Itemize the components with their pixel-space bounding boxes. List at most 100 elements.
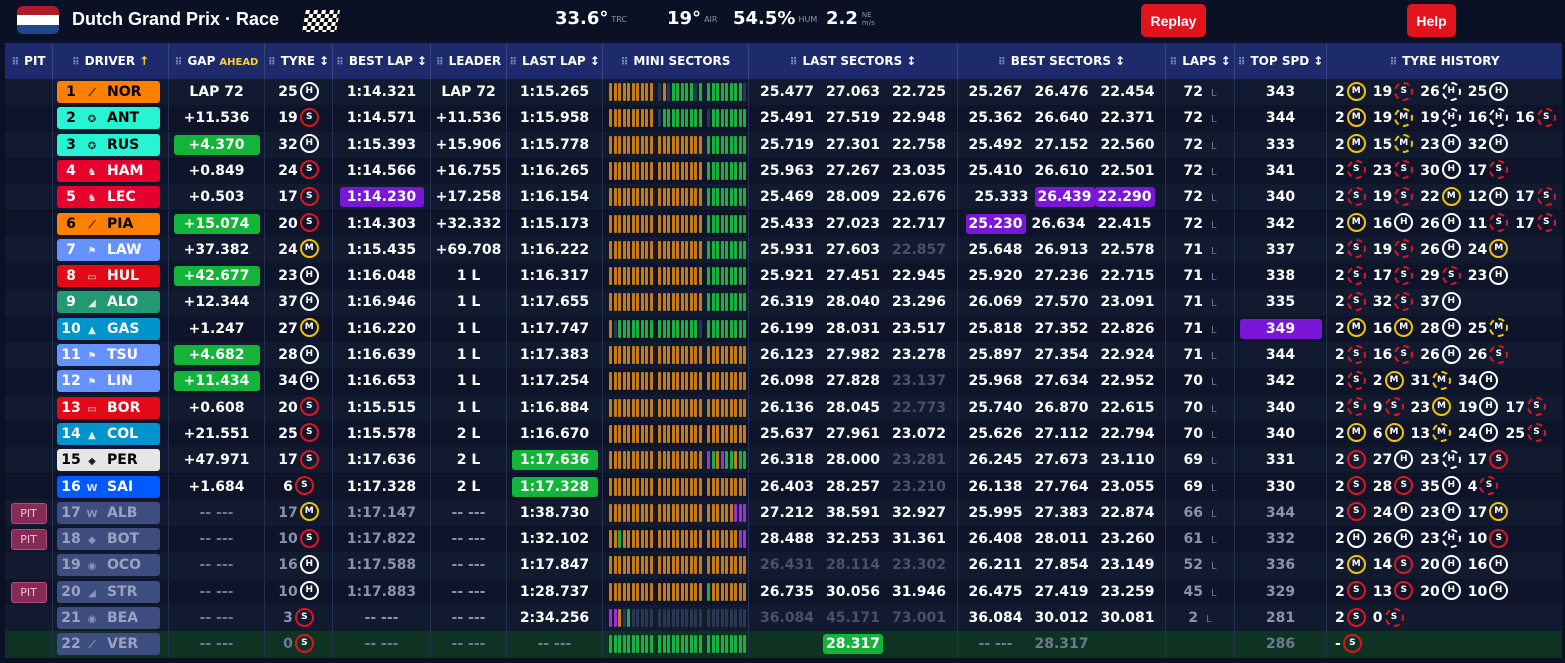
table-row[interactable]: 21 ◉ BEA -- --- 3 S -- --- -- --- 2:34.256 36.084… [5, 605, 1562, 632]
driver-tag[interactable]: 9 ◢ ALO [57, 291, 160, 314]
stint-compound-icon: S [1489, 344, 1509, 364]
column-leader[interactable]: ⠿ LEADER [431, 43, 507, 79]
table-row[interactable]: PIT 17 W ALB -- --- 17 M 1:17.147 -- --- 1:38.730… [5, 499, 1562, 527]
best-lap-cell: 1:15.515 [333, 394, 431, 421]
driver-cell[interactable]: 10 ▲ GAS [53, 315, 169, 342]
column-top-speed[interactable]: ⠿ TOP SPD ↕ [1235, 43, 1327, 79]
driver-cell[interactable]: 18 ◆ BOT [53, 526, 169, 553]
table-row[interactable]: 10 ▲ GAS +1.247 27 M 1:16.220 1 L 1:17.747 26.199… [5, 315, 1562, 342]
table-row[interactable]: 3 ✪ RUS +4.370 32 H 1:15.393 +15.906 1:15.778 25.… [5, 131, 1562, 158]
stint-compound-icon: H [1489, 81, 1509, 101]
driver-tag[interactable]: 6 ⟋ PIA [57, 212, 160, 235]
driver-cell[interactable]: 2 ✪ ANT [53, 105, 169, 132]
table-row[interactable]: 14 ▲ COL +21.551 25 S 1:15.578 2 L 1:16.670 25.63… [5, 420, 1562, 448]
driver-cell[interactable]: 14 ▲ COL [53, 420, 169, 447]
driver-tag[interactable]: 16 W SAI [57, 475, 160, 498]
driver-cell[interactable]: 3 ✪ RUS [53, 131, 169, 158]
column-last-lap[interactable]: ⠿ LAST LAP ↕ [507, 43, 603, 79]
driver-tag[interactable]: 8 ▭ HUL [57, 265, 160, 288]
driver-tag[interactable]: 18 ◆ BOT [57, 528, 160, 551]
stint-laps: 4 [1467, 478, 1478, 495]
driver-cell[interactable]: 15 ◆ PER [53, 447, 169, 474]
table-row[interactable]: 2 ✪ ANT +11.536 19 S 1:14.571 +11.536 1:15.958 25… [5, 105, 1562, 132]
mini-sector-bar [618, 451, 621, 470]
driver-cell[interactable]: 8 ▭ HUL [53, 263, 169, 290]
driver-cell[interactable]: 12 ⚑ LIN [53, 368, 169, 395]
column-last-sectors[interactable]: ⠿ LAST SECTORS ↕ [749, 43, 958, 79]
column-pit[interactable]: ⠿ PIT [5, 43, 53, 79]
driver-cell[interactable]: 6 ⟋ PIA [53, 210, 169, 237]
column-best-sectors[interactable]: ⠿ BEST SECTORS ↕ [958, 43, 1166, 79]
table-row[interactable]: 5 ♞ LEC +0.503 17 S 1:14.230 +17.258 1:16.154 25.… [5, 184, 1562, 211]
table-row[interactable]: 6 ⟋ PIA +15.074 20 S 1:14.303 +32.332 1:15.173 25… [5, 210, 1562, 237]
mini-sector-bar [694, 477, 697, 496]
driver-tag[interactable]: 21 ◉ BEA [57, 607, 160, 629]
driver-cell[interactable]: 5 ♞ LEC [53, 184, 169, 211]
driver-tag[interactable]: 20 ◢ STR [57, 580, 160, 603]
driver-tag[interactable]: 13 ▭ BOR [57, 396, 160, 419]
driver-cell[interactable]: 7 ⚑ LAW [53, 236, 169, 263]
driver-tag[interactable]: 10 ▲ GAS [57, 317, 160, 340]
column-tyre[interactable]: ⠿ TYRE ↕ [265, 43, 333, 79]
driver-tag[interactable]: 14 ▲ COL [57, 422, 160, 445]
mini-sector-bar [627, 267, 630, 286]
driver-cell[interactable]: 13 ▭ BOR [53, 394, 169, 421]
table-row[interactable]: 1 ⟋ NOR LAP 72 25 H 1:14.321 LAP 72 1:15.265 25.4… [5, 79, 1562, 106]
driver-tag[interactable]: 2 ✪ ANT [57, 107, 160, 130]
stint-laps: 2 [1372, 373, 1383, 390]
table-row[interactable]: 9 ◢ ALO +12.344 37 H 1:16.946 1 L 1:17.655 26.319… [5, 289, 1562, 316]
table-row[interactable]: 19 ◉ OCO -- --- 16 H 1:17.588 -- --- 1:17.847 26.… [5, 552, 1562, 579]
driver-tag[interactable]: 15 ◆ PER [57, 449, 160, 472]
driver-cell[interactable]: 21 ◉ BEA [53, 605, 169, 631]
table-row[interactable]: PIT 18 ◆ BOT -- --- 10 S 1:17.822 -- --- 1:32.102… [5, 526, 1562, 553]
table-row[interactable]: 8 ▭ HUL +42.677 23 H 1:16.048 1 L 1:16.317 25.921… [5, 263, 1562, 290]
driver-tag[interactable]: 1 ⟋ NOR [57, 81, 160, 103]
table-row[interactable]: PIT 20 ◢ STR -- --- 10 H 1:17.883 -- --- 1:28.737… [5, 578, 1562, 605]
driver-tag[interactable]: 11 ⚑ TSU [57, 344, 160, 366]
mini-sector-bar [667, 319, 670, 338]
column-laps[interactable]: ⠿ LAPS ↕ [1166, 43, 1235, 79]
table-row[interactable]: 12 ⚑ LIN +11.434 34 H 1:16.653 1 L 1:17.254 26.09… [5, 368, 1562, 395]
table-row[interactable]: 13 ▭ BOR +0.608 20 S 1:15.515 1 L 1:16.884 26.136… [5, 394, 1562, 421]
driver-cell[interactable]: 22 ⟋ VER [53, 631, 169, 658]
driver-cell[interactable]: 17 W ALB [53, 499, 169, 526]
column-mini-sectors[interactable]: ⠿ MINI SECTORS [603, 43, 749, 79]
column-tyre-history[interactable]: ⠿ TYRE HISTORY [1327, 43, 1562, 79]
driver-tag[interactable]: 7 ⚑ LAW [57, 238, 160, 261]
table-row[interactable]: 7 ⚑ LAW +37.382 24 M 1:15.435 +69.708 1:16.222 25… [5, 236, 1562, 264]
driver-tag[interactable]: 12 ⚑ LIN [57, 370, 160, 393]
driver-tag[interactable]: 5 ♞ LEC [57, 186, 160, 209]
leader-cell: 1 L [431, 368, 507, 395]
top-speed-cell: 333 [1235, 131, 1327, 158]
column-driver[interactable]: ⠿ DRIVER ↑ [53, 43, 169, 79]
table-row[interactable]: 16 W SAI +1.684 6 S 1:17.328 2 L 1:17.328 26.403 2… [5, 473, 1562, 500]
driver-tag[interactable]: 17 W ALB [57, 501, 160, 524]
driver-tag[interactable]: 22 ⟋ VER [57, 633, 160, 656]
table-row[interactable]: 4 ♞ HAM +0.849 24 S 1:14.566 +16.755 1:16.265 25.… [5, 157, 1562, 185]
driver-tag[interactable]: 3 ✪ RUS [57, 133, 160, 156]
driver-cell[interactable]: 16 W SAI [53, 473, 169, 500]
table-row[interactable]: 22 ⟋ VER -- --- 0 S -- --- -- --- -- --- 28.317 --… [5, 631, 1562, 658]
driver-cell[interactable]: 20 ◢ STR [53, 578, 169, 605]
driver-tag[interactable]: 4 ♞ HAM [57, 159, 160, 182]
table-row[interactable]: 11 ⚑ TSU +4.682 28 H 1:16.639 1 L 1:17.383 26.123… [5, 342, 1562, 369]
tyre-stint: 2S [1335, 263, 1366, 289]
table-row[interactable]: 15 ◆ PER +47.971 17 S 1:17.636 2 L 1:17.636 26.31… [5, 447, 1562, 474]
column-best-lap[interactable]: ⠿ BEST LAP ↕ [333, 43, 431, 79]
help-button[interactable]: Help [1407, 4, 1456, 37]
driver-cell[interactable]: 9 ◢ ALO [53, 289, 169, 316]
mini-sector-bar [636, 214, 639, 233]
mini-sector-bar [720, 609, 724, 627]
driver-tag[interactable]: 19 ◉ OCO [57, 554, 160, 577]
tyre-stint: 35 H [1414, 474, 1461, 500]
replay-button[interactable]: Replay [1141, 4, 1206, 37]
driver-cell[interactable]: 4 ♞ HAM [53, 157, 169, 184]
best-sector-2: 27.854 [1034, 557, 1089, 574]
mini-sector-bar [609, 451, 612, 470]
driver-cell[interactable]: 19 ◉ OCO [53, 552, 169, 579]
driver-cell[interactable]: 11 ⚑ TSU [53, 342, 169, 368]
column-gap[interactable]: ⠿ GAP AHEAD [169, 43, 265, 79]
laps-suffix: L [1210, 587, 1217, 599]
driver-cell[interactable]: 1 ⟋ NOR [53, 79, 169, 105]
gap-mode-toggle[interactable]: AHEAD [219, 57, 258, 68]
